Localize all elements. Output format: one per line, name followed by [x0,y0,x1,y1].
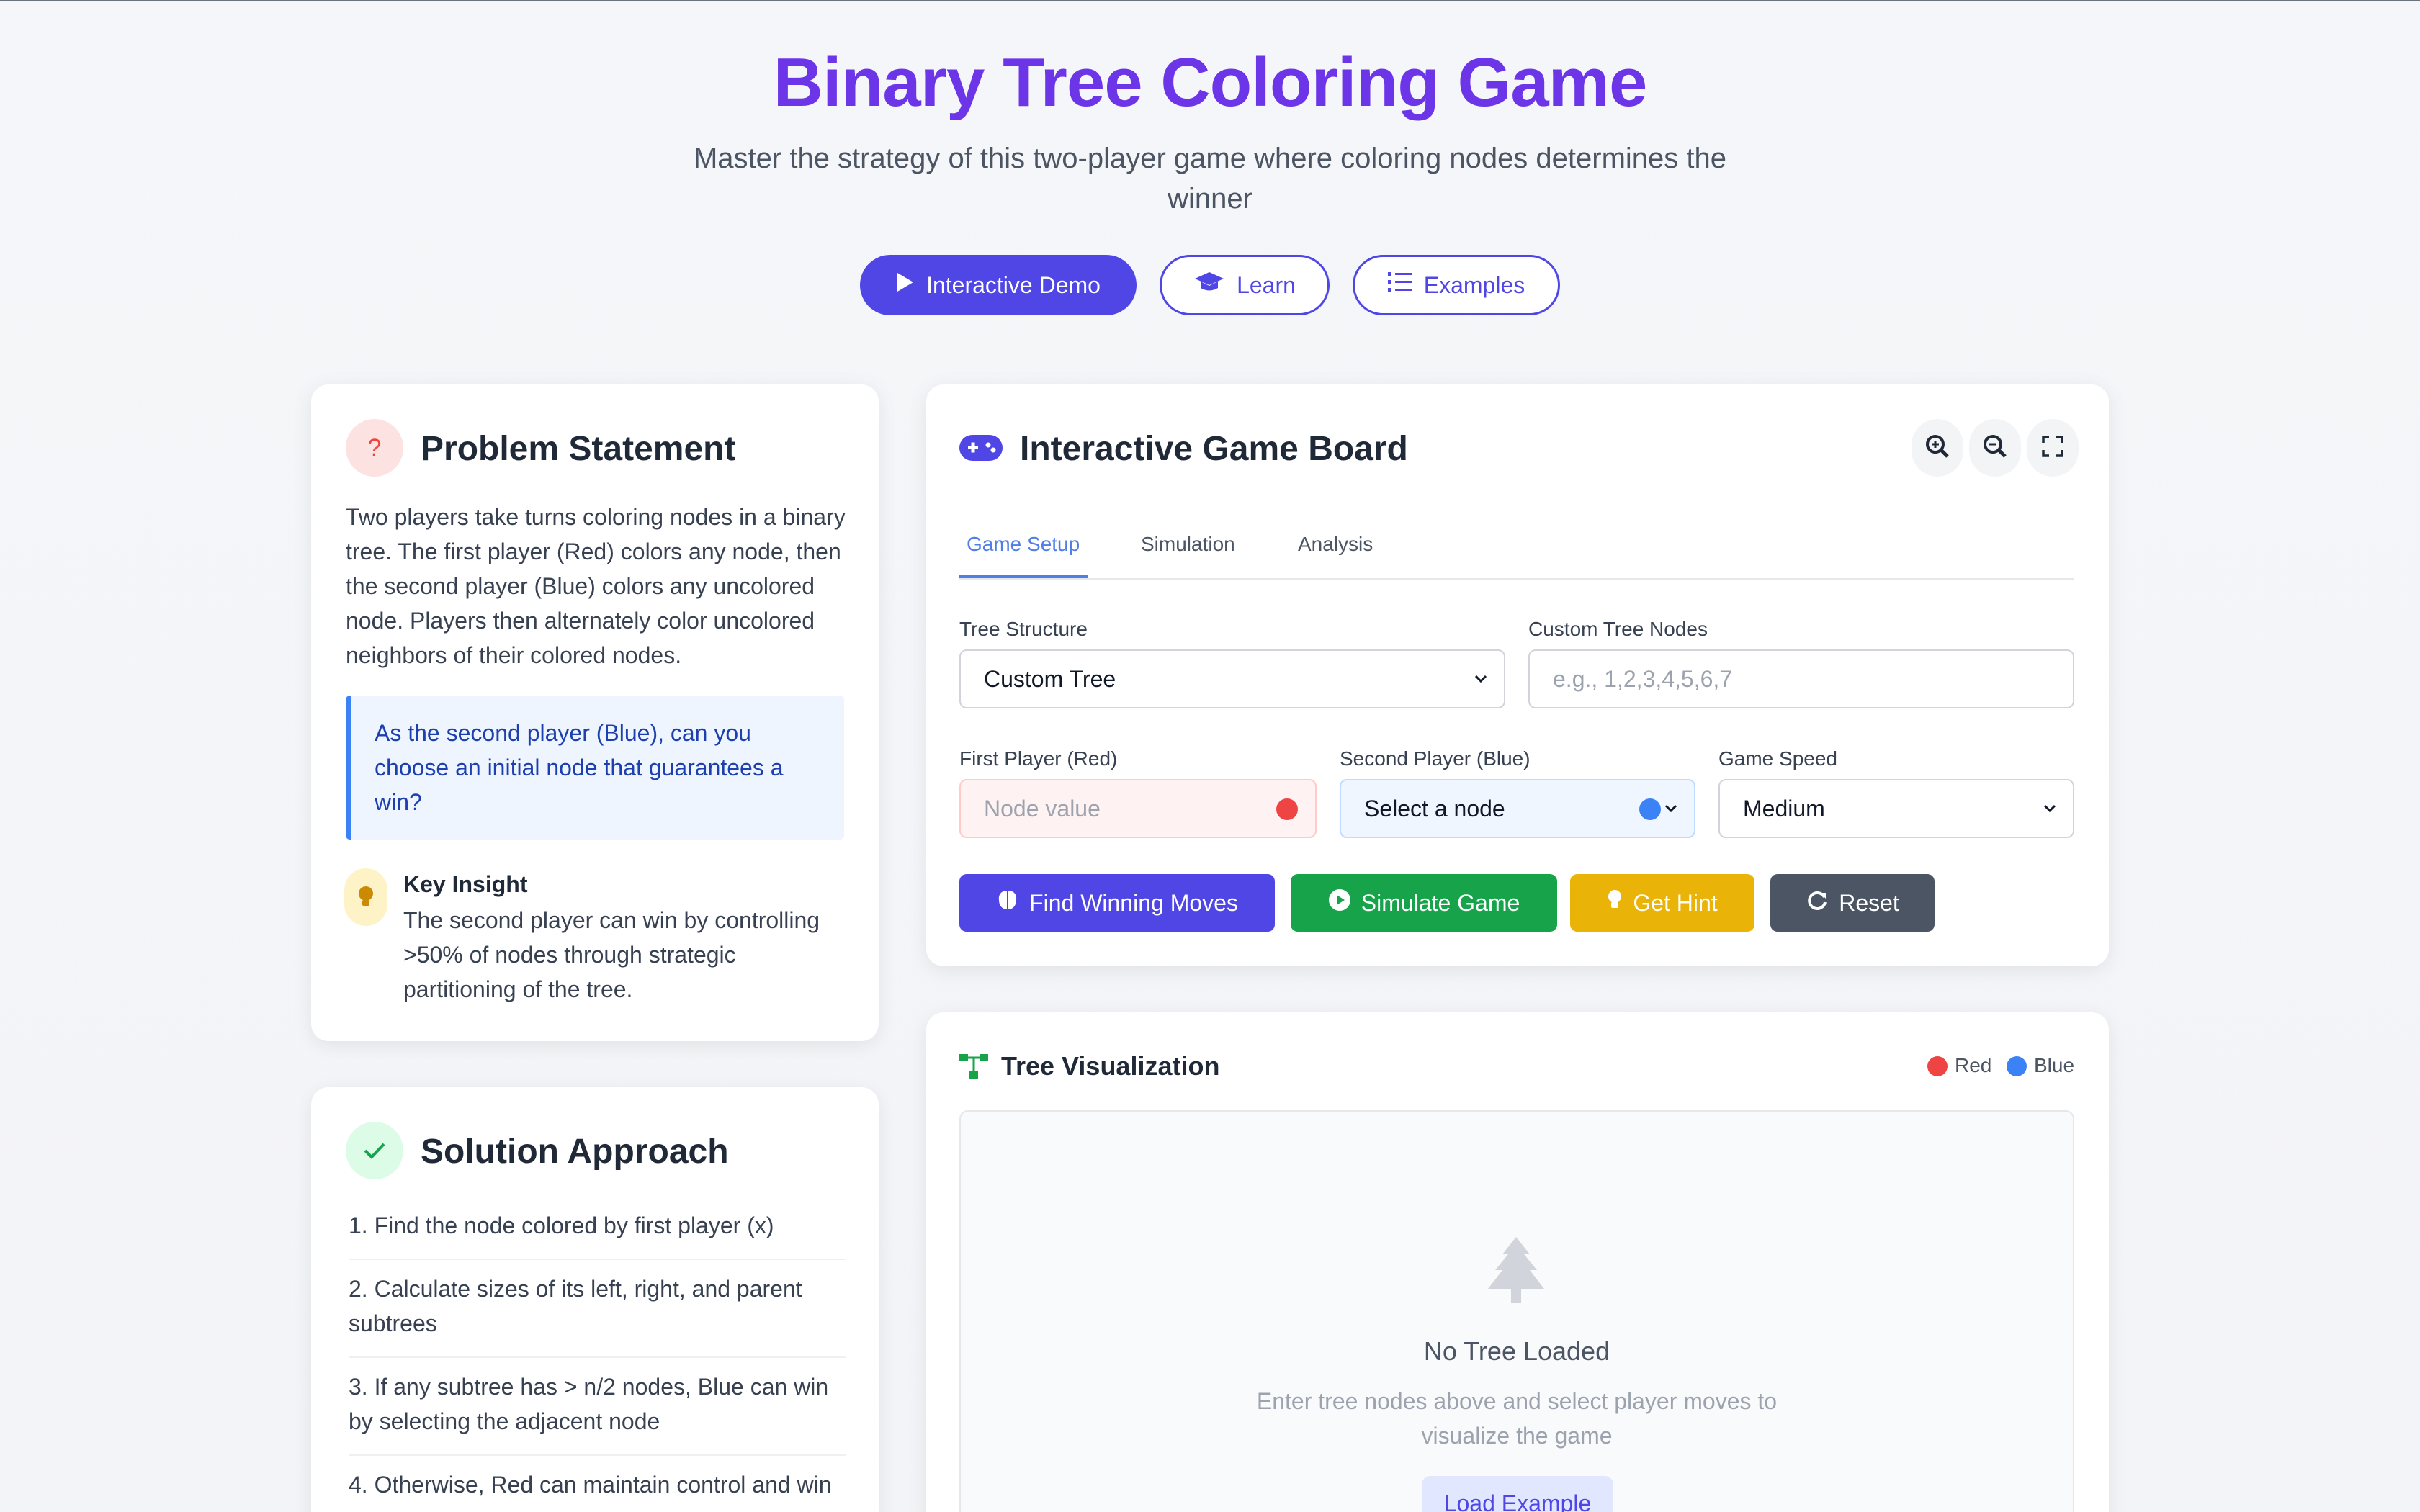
game-speed-select[interactable]: Medium [1718,779,2074,838]
zoom-in-icon [1925,434,1950,462]
chevron-down-icon [2043,796,2057,827]
chevron-down-icon [1474,667,1488,697]
solution-step: 3. If any subtree has > n/2 nodes, Blue … [349,1358,846,1456]
play-circle-icon [1328,888,1351,917]
solution-steps: 1. Find the node colored by first player… [349,1197,846,1512]
legend-blue-dot [2007,1056,2027,1076]
problem-question: As the second player (Blue), can you cho… [346,696,844,840]
problem-statement-text: Two players take turns coloring nodes in… [346,504,846,668]
fullscreen-button[interactable] [2027,419,2079,477]
empty-state-text: Enter tree nodes above and select player… [1256,1388,1778,1449]
solution-step: 4. Otherwise, Red can maintain control a… [349,1472,832,1498]
reset-button[interactable]: Reset [1770,874,1935,932]
tab-analysis[interactable]: Analysis [1298,533,1373,556]
key-insight-title: Key Insight [403,871,528,897]
learn-button[interactable]: Learn [1160,255,1330,315]
second-player-select[interactable]: Select a node [1340,779,1695,838]
page-title: Binary Tree Coloring Game [773,44,1648,121]
first-player-input[interactable] [959,779,1317,838]
numbered-list-icon [1387,271,1412,300]
play-icon [896,271,915,299]
get-hint-label: Get Hint [1633,889,1718,916]
legend-red-dot [1927,1056,1948,1076]
load-example-button[interactable]: Load Example [1422,1476,1613,1512]
find-winning-moves-button[interactable]: Find Winning Moves [959,874,1275,932]
interactive-demo-label: Interactive Demo [926,271,1101,298]
first-player-label: First Player (Red) [959,747,1118,770]
page-subtitle: Master the strategy of this two-player g… [693,143,1727,215]
tab-divider [959,578,2074,580]
lightbulb-icon [344,868,387,926]
legend-blue-label: Blue [2034,1054,2075,1076]
second-player-value: Select a node [1364,795,1505,822]
solution-approach-title: Solution Approach [421,1133,729,1171]
find-winning-moves-label: Find Winning Moves [1029,889,1238,916]
custom-tree-nodes-label: Custom Tree Nodes [1528,618,1708,640]
examples-label: Examples [1423,271,1525,298]
examples-button[interactable]: Examples [1353,255,1560,315]
get-hint-button[interactable]: Get Hint [1570,874,1754,932]
zoom-in-button[interactable] [1912,419,1963,477]
legend-red-label: Red [1955,1054,1992,1076]
learn-label: Learn [1237,271,1296,298]
custom-tree-nodes-input[interactable] [1528,649,2074,708]
lightbulb-icon [1607,888,1623,917]
simulate-game-label: Simulate Game [1361,889,1520,916]
game-speed-value: Medium [1743,795,1825,822]
problem-statement-title: Problem Statement [421,430,736,468]
game-speed-label: Game Speed [1718,747,1837,770]
rotate-icon [1806,888,1829,917]
brain-icon [996,888,1019,917]
zoom-out-button[interactable] [1969,419,2021,477]
blue-player-dot-icon [1639,798,1661,820]
empty-state-title: No Tree Loaded [1423,1336,1610,1366]
tab-game-setup[interactable]: Game Setup [967,533,1080,556]
game-board-title: Interactive Game Board [1020,430,1408,468]
tree-structure-label: Tree Structure [959,618,1088,640]
tree-structure-value: Custom Tree [984,665,1116,692]
expand-icon [2042,435,2063,461]
solution-step: 1. Find the node colored by first player… [349,1197,846,1260]
tree-structure-select[interactable]: Custom Tree [959,649,1505,708]
solution-step: 2. Calculate sizes of its left, right, a… [349,1260,846,1358]
check-icon [346,1122,403,1179]
tree-visualization-title: Tree Visualization [1001,1051,1220,1081]
interactive-demo-button[interactable]: Interactive Demo [860,255,1137,315]
simulate-game-button[interactable]: Simulate Game [1291,874,1557,932]
network-icon [959,1054,988,1082]
chevron-down-icon [1664,796,1678,827]
tab-simulation[interactable]: Simulation [1141,533,1235,556]
tree-icon [1485,1237,1547,1310]
reset-label: Reset [1839,889,1899,916]
question-icon: ? [346,419,403,477]
gamepad-icon [959,433,1003,466]
key-insight-text: The second player can win by controlling… [403,907,820,1002]
zoom-out-icon [1983,434,2007,462]
red-player-dot-icon [1276,798,1298,820]
graduation-cap-icon [1193,271,1225,300]
second-player-label: Second Player (Blue) [1340,747,1531,770]
